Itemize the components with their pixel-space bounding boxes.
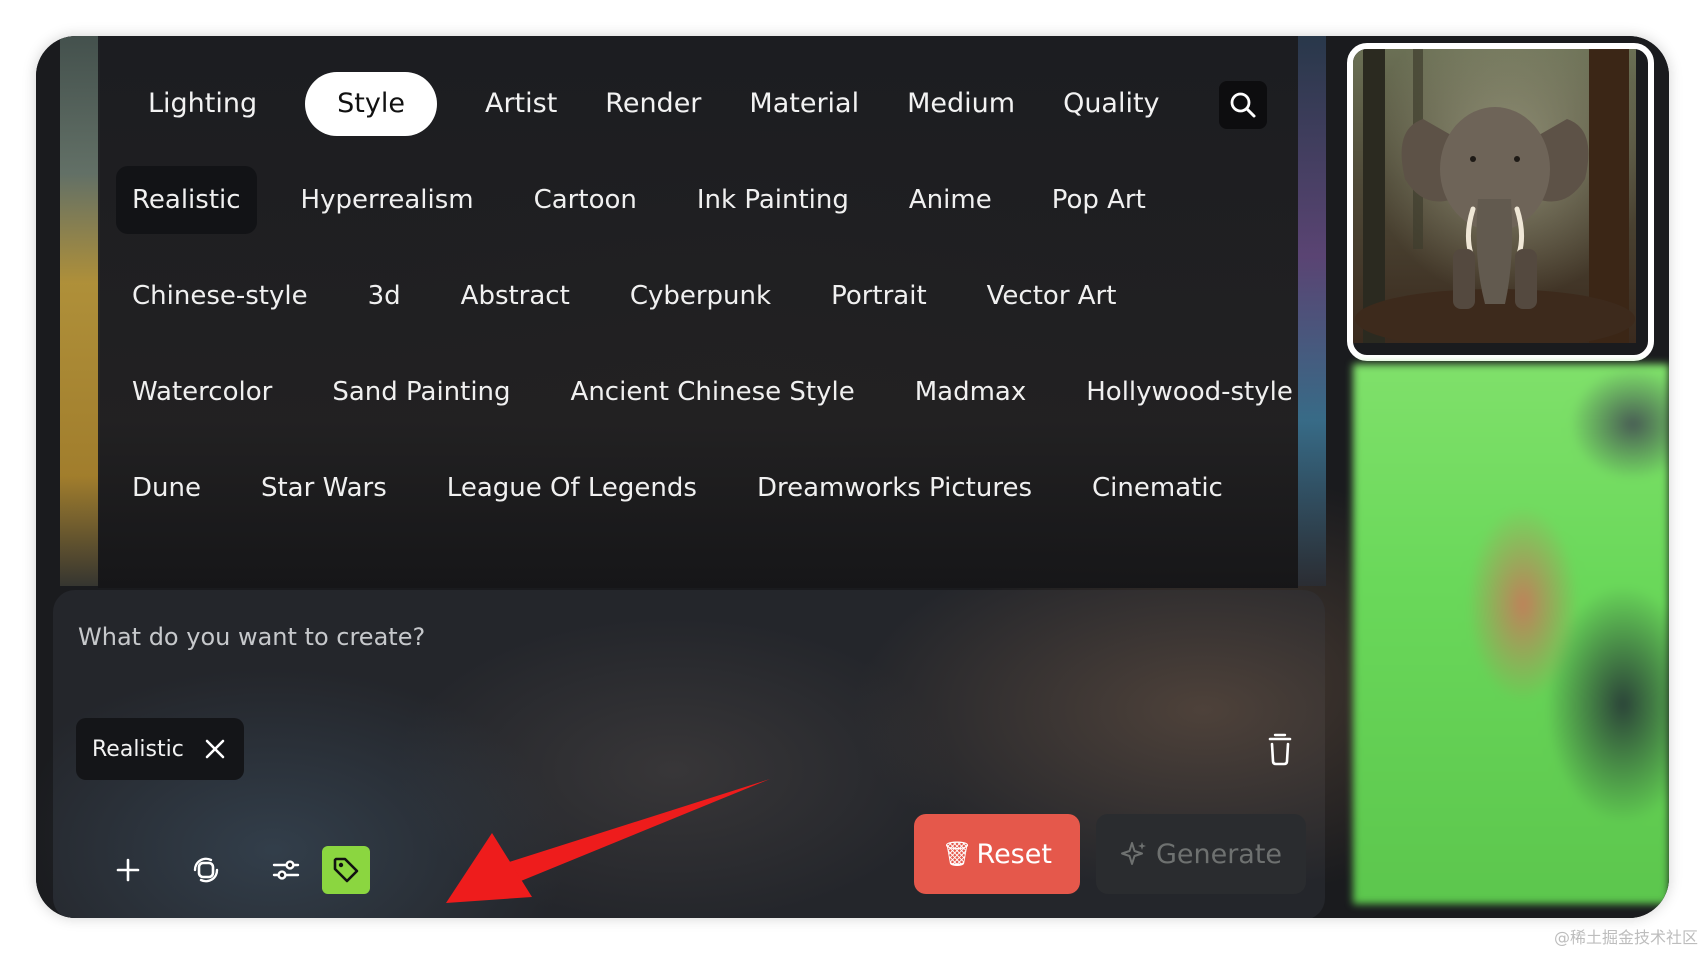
style-option-hyperrealism[interactable]: Hyperrealism [285, 166, 490, 234]
style-option-chinese-style[interactable]: Chinese-style [116, 262, 324, 330]
style-option-realistic[interactable]: Realistic [116, 166, 257, 234]
generated-image-thumbnail-blurred[interactable] [1353, 364, 1669, 904]
tag-icon [333, 857, 359, 883]
style-option-abstract[interactable]: Abstract [445, 262, 586, 330]
search-button[interactable] [1219, 81, 1267, 129]
background-image-left [60, 36, 100, 586]
add-button[interactable] [104, 846, 152, 894]
sliders-icon [272, 860, 300, 880]
style-option-ink-painting[interactable]: Ink Painting [681, 166, 865, 234]
style-option-3d[interactable]: 3d [352, 262, 417, 330]
style-option-madmax[interactable]: Madmax [899, 358, 1043, 426]
tab-quality[interactable]: Quality [1039, 72, 1183, 136]
wastebasket-icon: 🗑 [942, 840, 973, 868]
prompt-input[interactable] [76, 606, 980, 668]
elephant-image [1353, 49, 1636, 349]
search-icon [1230, 92, 1256, 118]
style-option-watercolor[interactable]: Watercolor [116, 358, 288, 426]
selected-style-tag[interactable]: Realistic [76, 718, 244, 780]
reset-button[interactable]: 🗑 Reset [914, 814, 1080, 894]
style-tags-button[interactable] [322, 846, 370, 894]
tab-style[interactable]: Style [305, 72, 437, 136]
style-option-sand-painting[interactable]: Sand Painting [316, 358, 526, 426]
plus-icon [116, 858, 140, 882]
style-option-pop-art[interactable]: Pop Art [1036, 166, 1162, 234]
style-row: Realistic Hyperrealism Cartoon Ink Painting… [116, 166, 1276, 234]
style-option-league-of-legends[interactable]: League Of Legends [431, 454, 713, 522]
sparkle-icon [1120, 842, 1146, 865]
clear-tags-button[interactable] [1264, 733, 1296, 767]
generated-image-thumbnail[interactable] [1347, 43, 1654, 361]
style-option-cartoon[interactable]: Cartoon [518, 166, 653, 234]
trash-icon [1268, 733, 1292, 766]
app-window: Lighting Style Artist Render Material Medium Q… [36, 36, 1669, 918]
style-row: Chinese-style 3d Abstract Cyberpunk Portrait… [116, 262, 1276, 330]
style-option-hollywood-style[interactable]: Hollywood-style [1070, 358, 1309, 426]
style-option-ancient-chinese-style[interactable]: Ancient Chinese Style [555, 358, 871, 426]
style-option-dreamworks-pictures[interactable]: Dreamworks Pictures [741, 454, 1048, 522]
variation-button[interactable] [182, 846, 230, 894]
style-options: Realistic Hyperrealism Cartoon Ink Painting… [116, 166, 1293, 550]
settings-button[interactable] [262, 846, 310, 894]
style-option-anime[interactable]: Anime [893, 166, 1008, 234]
tab-medium[interactable]: Medium [883, 72, 1039, 136]
style-row: Watercolor Sand Painting Ancient Chinese S… [116, 358, 1293, 426]
style-option-portrait[interactable]: Portrait [815, 262, 943, 330]
style-option-cyberpunk[interactable]: Cyberpunk [614, 262, 787, 330]
selected-style-tag-label: Realistic [92, 736, 184, 762]
watermark: @稀土掘金技术社区 [1553, 928, 1698, 947]
style-option-cinematic[interactable]: Cinematic [1076, 454, 1239, 522]
annotation-arrow [446, 779, 770, 903]
style-option-star-wars[interactable]: Star Wars [245, 454, 403, 522]
generate-label: Generate [1155, 838, 1283, 870]
background-image-right [1298, 36, 1326, 586]
tab-artist[interactable]: Artist [461, 72, 581, 136]
tab-material[interactable]: Material [725, 72, 883, 136]
style-option-dune[interactable]: Dune [116, 454, 217, 522]
generate-button[interactable]: Generate [1096, 814, 1306, 894]
rotate-icon [193, 857, 219, 883]
category-tabs: Lighting Style Artist Render Material Medium Q… [124, 72, 1184, 136]
close-icon[interactable] [204, 738, 226, 760]
tab-render[interactable]: Render [581, 72, 725, 136]
style-option-vector-art[interactable]: Vector Art [971, 262, 1133, 330]
tab-lighting[interactable]: Lighting [124, 72, 281, 136]
style-row: Dune Star Wars League Of Legends Dreamworks… [116, 454, 1276, 522]
reset-label: Reset [976, 838, 1052, 870]
